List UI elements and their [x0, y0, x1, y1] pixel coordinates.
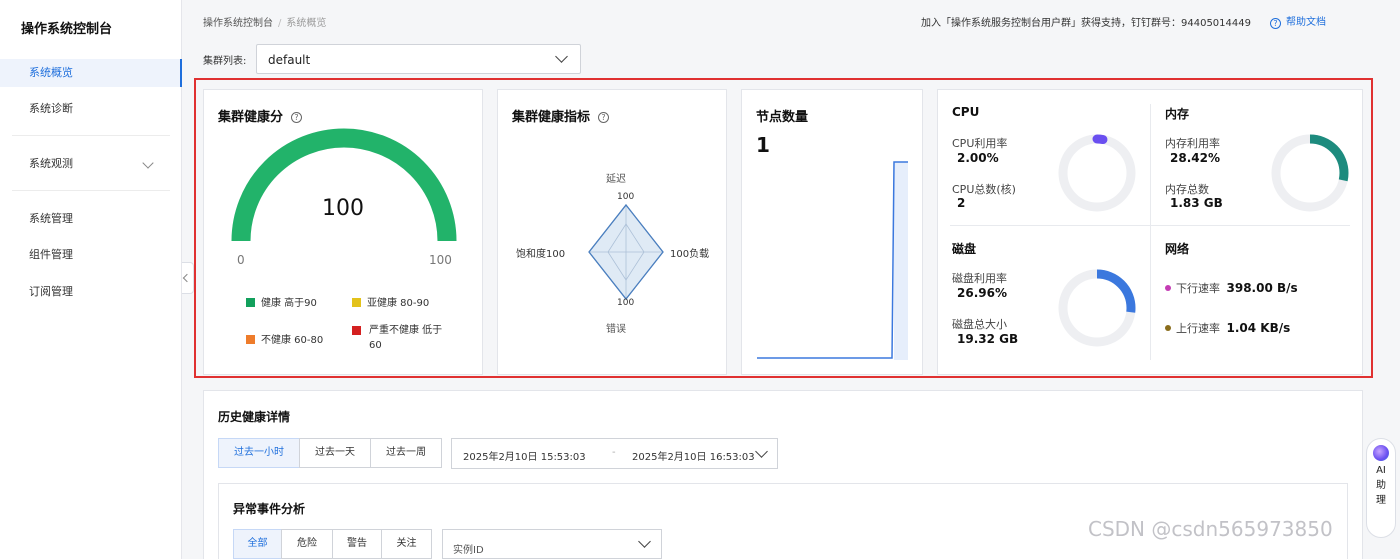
sidebar-divider	[12, 135, 170, 136]
sidebar-item-observation[interactable]: 系统观测	[0, 150, 182, 178]
chevron-down-icon	[638, 535, 651, 548]
instance-id-placeholder: 实例ID	[453, 545, 484, 556]
chevron-down-icon	[755, 445, 768, 458]
help-docs-label: 帮助文档	[1286, 17, 1326, 28]
breadcrumb-current: 系统概览	[286, 18, 327, 29]
filter-danger[interactable]: 危险	[281, 529, 333, 559]
cluster-select[interactable]: default	[256, 44, 581, 74]
sidebar-title: 操作系统控制台	[21, 22, 113, 37]
filter-attention[interactable]: 关注	[381, 529, 432, 559]
ai-sparkle-icon	[1373, 445, 1389, 461]
app-root: 操作系统控制台 系统概览 系统诊断 系统观测 系统管理 组件管理 订阅管理 操作…	[0, 0, 1400, 559]
anomaly-title: 异常事件分析	[233, 502, 306, 516]
highlight-frame	[194, 78, 1373, 378]
date-range-start: 2025年2月10日 15:53:03	[463, 452, 586, 463]
sidebar-item-label: 系统观测	[29, 157, 73, 170]
ai-assistant-button[interactable]: AI 助 理	[1366, 438, 1396, 538]
sidebar-item-overview[interactable]: 系统概览	[0, 59, 182, 87]
range-last-week[interactable]: 过去一周	[370, 438, 442, 468]
sidebar-collapse-handle[interactable]	[182, 262, 194, 294]
help-icon: ?	[1270, 18, 1281, 29]
filter-all[interactable]: 全部	[233, 529, 282, 559]
help-docs-link[interactable]: ? 帮助文档	[1270, 13, 1326, 29]
sidebar: 操作系统控制台 系统概览 系统诊断 系统观测 系统管理 组件管理 订阅管理	[0, 0, 182, 559]
date-range-end: 2025年2月10日 16:53:03	[632, 452, 755, 463]
sidebar-item-subscription-management[interactable]: 订阅管理	[0, 278, 182, 306]
breadcrumb: 操作系统控制台 / 系统概览	[203, 14, 326, 29]
watermark: CSDN @csdn565973850	[1088, 517, 1333, 541]
instance-id-select[interactable]: 实例ID	[442, 529, 662, 559]
sidebar-item-component-management[interactable]: 组件管理	[0, 241, 182, 269]
date-range-picker[interactable]: 2025年2月10日 15:53:03 - 2025年2月10日 16:53:0…	[451, 438, 778, 469]
support-group-info: 加入「操作系统服务控制台用户群」获得支持，钉钉群号：94405014449	[921, 18, 1251, 29]
cluster-list-label: 集群列表:	[203, 56, 247, 67]
ai-label-3: 理	[1376, 495, 1386, 506]
cluster-select-value: default	[268, 53, 311, 67]
sidebar-item-system-management[interactable]: 系统管理	[0, 205, 182, 233]
sidebar-item-diagnosis[interactable]: 系统诊断	[0, 95, 182, 123]
date-range-separator: -	[612, 447, 616, 458]
range-last-day[interactable]: 过去一天	[299, 438, 371, 468]
range-last-hour[interactable]: 过去一小时	[218, 438, 300, 468]
ai-label-1: AI	[1376, 465, 1386, 476]
chevron-down-icon	[555, 50, 568, 63]
sidebar-divider	[12, 190, 170, 191]
breadcrumb-separator: /	[278, 18, 282, 29]
chevron-down-icon	[142, 157, 154, 169]
filter-warning[interactable]: 警告	[332, 529, 382, 559]
history-title: 历史健康详情	[218, 410, 291, 424]
ai-label-2: 助	[1376, 480, 1386, 491]
breadcrumb-root[interactable]: 操作系统控制台	[203, 18, 273, 29]
